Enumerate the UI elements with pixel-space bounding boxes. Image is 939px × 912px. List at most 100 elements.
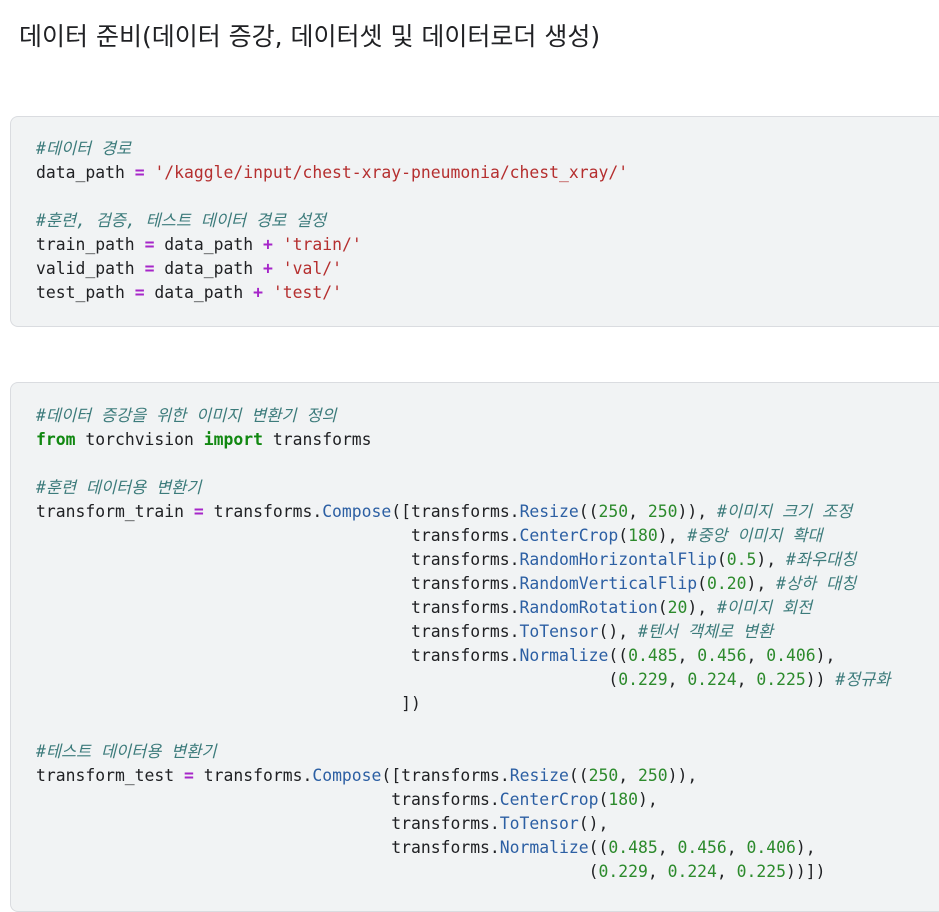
code-line: #훈련, 검증, 테스트 데이터 경로 설정	[36, 211, 326, 230]
code-keyword: from	[36, 430, 76, 449]
code-line: valid_path = data_path + 'val/'	[36, 259, 342, 278]
code-function: CenterCrop	[519, 526, 619, 545]
code-text: transforms.	[36, 526, 520, 545]
code-text: transform_train	[36, 502, 194, 521]
code-text: transforms	[263, 430, 372, 449]
code-text: ))])	[786, 862, 826, 881]
code-editor[interactable]: #데이터 증강을 위한 이미지 변환기 정의 from torchvision …	[36, 404, 890, 884]
code-text: ,	[618, 766, 639, 785]
code-operator: =	[144, 259, 155, 278]
code-cell-data-paths[interactable]: #데이터 경로 data_path = '/kaggle/input/chest…	[10, 116, 939, 327]
code-text: ([transforms.	[381, 766, 510, 785]
code-comment: #텐서 객체로 변환	[637, 622, 774, 641]
code-line: transforms.Normalize((0.485, 0.456, 0.40…	[36, 646, 835, 665]
code-text: transforms.	[36, 646, 520, 665]
code-number: 0.406	[766, 646, 816, 665]
code-line: train_path = data_path + 'train/'	[36, 235, 362, 254]
code-text: transforms.	[36, 598, 520, 617]
code-operator: =	[144, 235, 155, 254]
code-comment: #데이터 경로	[36, 139, 132, 158]
code-line: from torchvision import transforms	[36, 430, 372, 449]
code-function: CenterCrop	[499, 790, 599, 809]
code-comment: #정규화	[835, 670, 891, 689]
code-line: ])	[36, 694, 421, 713]
code-number: 0.229	[618, 670, 668, 689]
code-text: ),	[746, 574, 777, 593]
code-text: (	[598, 790, 609, 809]
code-text: ,	[736, 670, 757, 689]
code-line: data_path = '/kaggle/input/chest-xray-pn…	[36, 163, 628, 182]
code-text: ),	[795, 838, 816, 857]
code-function: Compose	[312, 766, 382, 785]
code-function: RandomRotation	[519, 598, 658, 617]
code-number: 0.5	[726, 550, 757, 569]
code-text: valid_path	[36, 259, 145, 278]
code-text: torchvision	[75, 430, 204, 449]
section-heading: 데이터 준비(데이터 증강, 데이터셋 및 데이터로더 생성)	[19, 22, 601, 51]
code-comment: #데이터 증강을 위한 이미지 변환기 정의	[36, 406, 337, 425]
code-text: ])	[36, 694, 421, 713]
code-text: ,	[677, 646, 698, 665]
code-comment: #좌우대칭	[786, 550, 857, 569]
code-number: 250	[647, 502, 678, 521]
code-line: transforms.Normalize((0.485, 0.456, 0.40…	[36, 838, 816, 857]
code-keyword: import	[203, 430, 263, 449]
code-number: 0.225	[756, 670, 806, 689]
code-line: test_path = data_path + 'test/'	[36, 283, 342, 302]
code-text: )),	[667, 766, 698, 785]
code-number: 0.485	[628, 646, 678, 665]
code-comment: #상하 대칭	[776, 574, 857, 593]
code-comment: #중앙 이미지 확대	[687, 526, 823, 545]
code-text: ,	[716, 862, 737, 881]
code-text: ),	[756, 550, 787, 569]
code-text: transforms.	[203, 502, 323, 521]
code-text: train_path	[36, 235, 145, 254]
code-text: ((	[588, 838, 609, 857]
code-text: data_path	[144, 283, 254, 302]
code-line: transform_train = transforms.Compose([tr…	[36, 502, 852, 521]
code-text: (	[657, 598, 668, 617]
code-number: 0.485	[608, 838, 658, 857]
code-text: ),	[815, 646, 836, 665]
code-text: transform_test	[36, 766, 185, 785]
code-cell-transforms[interactable]: #데이터 증강을 위한 이미지 변환기 정의 from torchvision …	[10, 382, 939, 912]
code-operator: =	[134, 163, 145, 182]
code-operator: =	[193, 502, 204, 521]
code-line: transforms.CenterCrop(180),	[36, 790, 658, 809]
code-text: ),	[637, 790, 658, 809]
code-text: ),	[657, 526, 688, 545]
code-line: transforms.RandomHorizontalFlip(0.5), #좌…	[36, 550, 856, 569]
code-line: (0.229, 0.224, 0.225)) #정규화	[36, 670, 890, 689]
code-line: transforms.ToTensor(), #텐서 객체로 변환	[36, 622, 773, 641]
code-line: transforms.RandomVerticalFlip(0.20), #상하…	[36, 574, 856, 593]
code-line: #테스트 데이터용 변환기	[36, 742, 216, 761]
code-text: transforms.	[36, 622, 520, 641]
code-string: 'train/'	[282, 235, 362, 254]
code-text: data_path	[36, 163, 135, 182]
code-text: test_path	[36, 283, 135, 302]
code-line: transforms.CenterCrop(180), #중앙 이미지 확대	[36, 526, 823, 545]
code-number: 0.456	[697, 646, 747, 665]
code-comment: #훈련 데이터용 변환기	[36, 478, 202, 497]
code-function: Compose	[322, 502, 392, 521]
code-line: transform_test = transforms.Compose([tra…	[36, 766, 697, 785]
code-text: transforms.	[36, 838, 500, 857]
code-text: transforms.	[36, 790, 500, 809]
code-text: (),	[598, 622, 638, 641]
code-text: data_path	[154, 235, 263, 254]
code-number: 0.224	[687, 670, 737, 689]
code-number: 0.456	[677, 838, 727, 857]
code-comment: #테스트 데이터용 변환기	[36, 742, 217, 761]
code-operator: =	[134, 283, 145, 302]
code-text: data_path	[154, 259, 263, 278]
code-text: transforms.	[193, 766, 313, 785]
code-number: 0.225	[736, 862, 787, 881]
code-operator: =	[184, 766, 194, 785]
code-function: Normalize	[519, 646, 609, 665]
code-number: 0.229	[598, 862, 648, 881]
code-text: ((	[568, 766, 589, 785]
code-text: ,	[667, 670, 688, 689]
code-editor[interactable]: #데이터 경로 data_path = '/kaggle/input/chest…	[36, 137, 628, 305]
code-number: 0.224	[667, 862, 717, 881]
